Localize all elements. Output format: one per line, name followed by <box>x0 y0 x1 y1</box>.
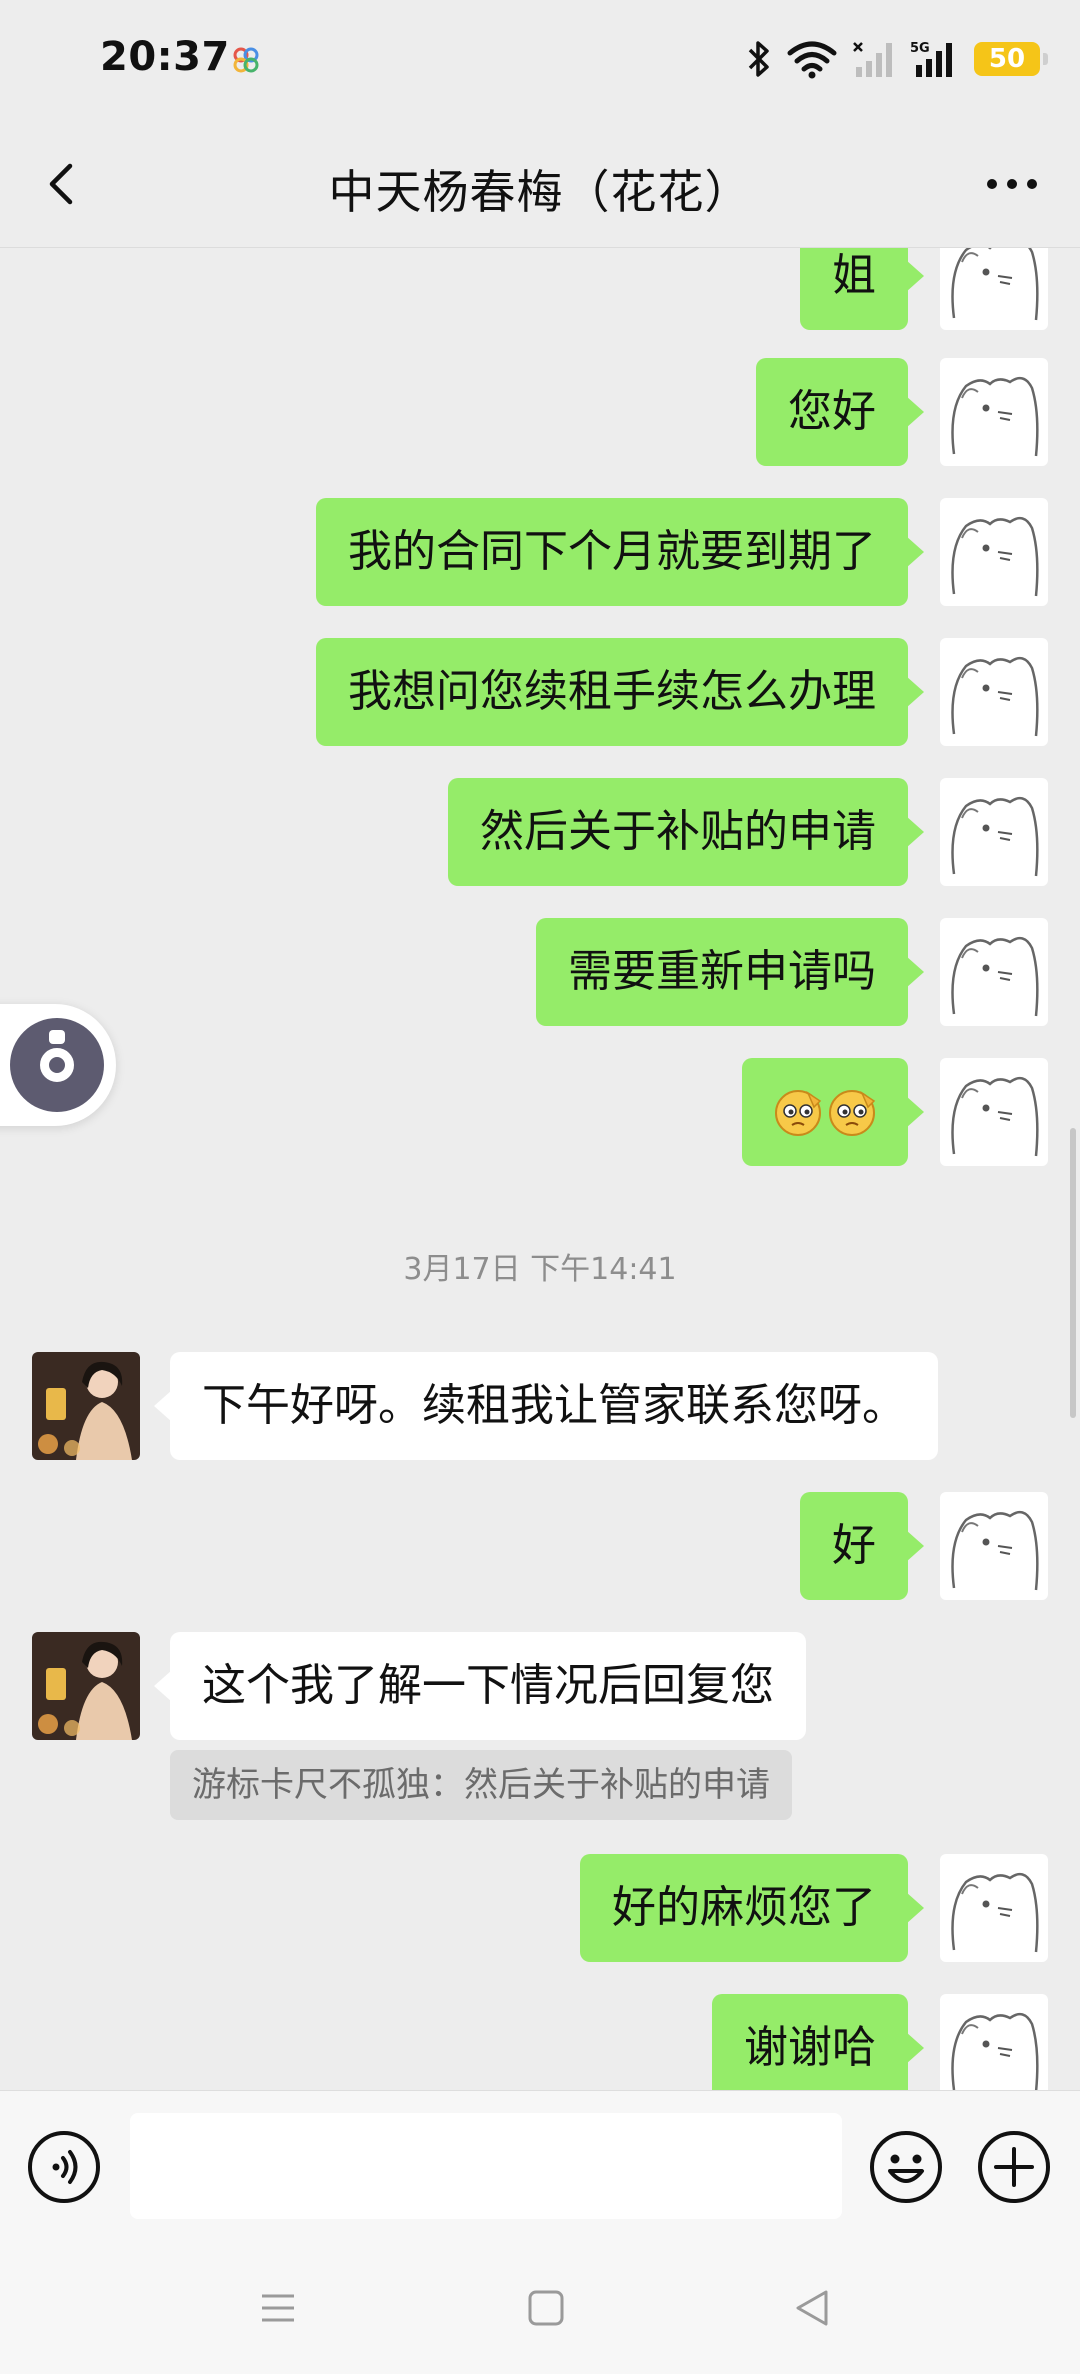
contact-photo-avatar-icon <box>32 1352 140 1460</box>
status-icons: 5G 50 <box>746 36 1048 82</box>
salute-face-emoji <box>772 1085 878 1137</box>
my-avatar[interactable] <box>940 1492 1048 1600</box>
app-notification-icon <box>233 47 259 73</box>
my-avatar[interactable] <box>940 1854 1048 1962</box>
my-avatar[interactable] <box>940 1994 1048 2090</box>
my-message-bubble[interactable]: 好的麻烦您了 <box>580 1854 924 1962</box>
back-triangle-icon[interactable] <box>788 2284 836 2332</box>
cat-sketch-avatar-icon <box>951 656 1039 737</box>
my-message-bubble[interactable]: 我想问您续租手续怎么办理 <box>316 638 924 746</box>
message-input[interactable] <box>130 2113 842 2219</box>
system-navigation-bar <box>0 2242 1080 2374</box>
voice-icon[interactable] <box>26 2129 102 2205</box>
my-message-bubble[interactable]: 好 <box>800 1492 924 1600</box>
my-avatar[interactable] <box>940 358 1048 466</box>
floating-ring-icon <box>10 1018 104 1112</box>
my-avatar[interactable] <box>940 1058 1048 1166</box>
my-emoji-bubble[interactable] <box>742 1058 924 1166</box>
cat-sketch-avatar-icon <box>951 1872 1039 1953</box>
status-time: 20:37 <box>100 34 230 80</box>
my-avatar[interactable] <box>940 498 1048 606</box>
battery-icon: 50 <box>974 42 1048 76</box>
cat-sketch-avatar-icon <box>951 376 1039 457</box>
contact-message-bubble[interactable]: 下午好呀。续租我让管家联系您呀。 <box>154 1352 938 1460</box>
cat-sketch-avatar-icon <box>951 2012 1039 2090</box>
menu-icon[interactable] <box>254 2284 302 2332</box>
signal-5g-icon: 5G <box>910 41 952 77</box>
signal-weak-icon <box>853 42 892 77</box>
scrollbar[interactable] <box>1070 1128 1076 1418</box>
emoji-icon[interactable] <box>868 2129 944 2205</box>
bluetooth-icon <box>748 41 769 77</box>
my-avatar[interactable] <box>940 638 1048 746</box>
status-bar: 20:37 5G 50 <box>0 0 1080 120</box>
my-avatar[interactable] <box>940 248 1048 330</box>
my-message-bubble[interactable]: 需要重新申请吗 <box>536 918 924 1026</box>
my-message-bubble[interactable]: 姐 <box>800 248 924 330</box>
home-icon[interactable] <box>522 2284 570 2332</box>
salute-face-icon <box>829 1090 876 1136</box>
chat-messages[interactable]: 姐 您好 我的合同下个月就要到期了 我想问您续租手续怎么办理 然后关于补贴的申请… <box>0 248 1080 2090</box>
svg-text:5G: 5G <box>910 41 930 56</box>
more-dots-icon[interactable] <box>980 160 1044 208</box>
battery-level: 50 <box>988 44 1026 74</box>
cat-sketch-avatar-icon <box>951 516 1039 597</box>
my-message-bubble[interactable]: 谢谢哈 <box>712 1994 924 2090</box>
contact-avatar[interactable] <box>32 1352 140 1460</box>
cat-sketch-avatar-icon <box>951 796 1039 877</box>
cat-sketch-avatar-icon <box>951 1510 1039 1591</box>
contact-message-bubble[interactable]: 这个我了解一下情况后回复您 <box>154 1632 806 1740</box>
my-message-bubble[interactable]: 然后关于补贴的申请 <box>448 778 924 886</box>
contact-avatar[interactable] <box>32 1632 140 1740</box>
contact-photo-avatar-icon <box>32 1632 140 1740</box>
plus-icon[interactable] <box>976 2129 1052 2205</box>
cat-sketch-avatar-icon <box>951 248 1039 321</box>
my-message-bubble[interactable]: 您好 <box>756 358 924 466</box>
my-avatar[interactable] <box>940 778 1048 886</box>
chat-input-bar <box>0 2090 1080 2242</box>
wifi-icon <box>787 41 837 79</box>
cat-sketch-avatar-icon <box>951 936 1039 1017</box>
salute-face-icon <box>775 1090 822 1136</box>
my-avatar[interactable] <box>940 918 1048 1026</box>
chat-header: 中天杨春梅（花花） <box>0 120 1080 248</box>
my-message-bubble[interactable]: 我的合同下个月就要到期了 <box>316 498 924 606</box>
page-title: 中天杨春梅（花花） <box>328 165 752 219</box>
quoted-reply[interactable]: 游标卡尺不孤独：然后关于补贴的申请 <box>170 1750 792 1820</box>
message-timestamp: 3月17日 下午14:41 <box>403 1252 677 1287</box>
cat-sketch-avatar-icon <box>951 1076 1039 1157</box>
